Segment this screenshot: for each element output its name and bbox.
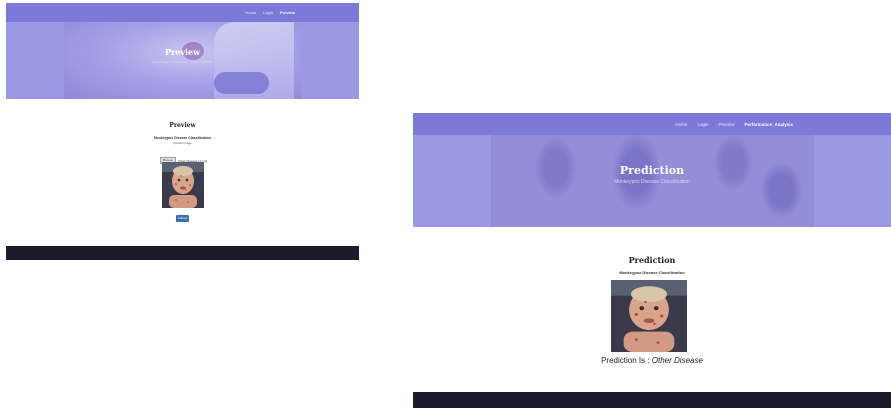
prediction-result: Prediction Is : Other Disease bbox=[413, 356, 891, 365]
nav-preview-link[interactable]: Preview bbox=[280, 10, 295, 15]
footer bbox=[413, 392, 891, 408]
nav-login-link[interactable]: Login bbox=[697, 122, 708, 127]
child-photo-icon bbox=[611, 280, 687, 352]
navbar: Home Login Preview bbox=[6, 3, 359, 22]
navbar: Home Login Preview Performance_Analysis bbox=[413, 113, 891, 135]
upload-label: Upload Image bbox=[173, 141, 192, 145]
child-photo-icon bbox=[162, 162, 204, 208]
prediction-page-screenshot: Home Login Preview Performance_Analysis … bbox=[413, 113, 891, 408]
submit-button[interactable]: Submit bbox=[176, 215, 189, 222]
section-subtitle: Monkeypox Disease Classification bbox=[619, 270, 685, 275]
hero-banner: Preview Monkeypox Disease Classification bbox=[6, 22, 359, 99]
nav-preview-link[interactable]: Preview bbox=[718, 122, 734, 127]
banner-title: Preview bbox=[165, 47, 200, 57]
nav-links: Home Login Preview Performance_Analysis bbox=[675, 113, 793, 135]
uploaded-image bbox=[162, 162, 204, 208]
nav-home-link[interactable]: Home bbox=[245, 10, 256, 15]
nav-home-link[interactable]: Home bbox=[675, 122, 687, 127]
preview-page-screenshot: Home Login Preview Preview Monkeypox Dis… bbox=[6, 3, 359, 260]
section-title: Preview bbox=[169, 122, 196, 129]
prediction-label: Prediction Is : bbox=[601, 356, 650, 365]
section-title: Prediction bbox=[628, 255, 676, 265]
glove-shape bbox=[214, 72, 269, 94]
nav-login-link[interactable]: Login bbox=[263, 10, 273, 15]
banner-subtitle: Monkeypox Disease Classification bbox=[152, 59, 213, 64]
nav-links: Home Login Preview bbox=[245, 3, 295, 22]
section-subtitle: Monkeypox Disease Classification bbox=[153, 136, 212, 140]
nav-performance-analysis-link[interactable]: Performance_Analysis bbox=[744, 122, 793, 127]
banner-subtitle: Monkeypox Disease Classification bbox=[614, 179, 690, 185]
prediction-value: Other Disease bbox=[651, 356, 703, 365]
predicted-image bbox=[611, 280, 687, 352]
banner-title: Prediction bbox=[619, 164, 685, 177]
hero-banner: Prediction Monkeypox Disease Classificat… bbox=[413, 135, 891, 227]
footer bbox=[6, 246, 359, 260]
